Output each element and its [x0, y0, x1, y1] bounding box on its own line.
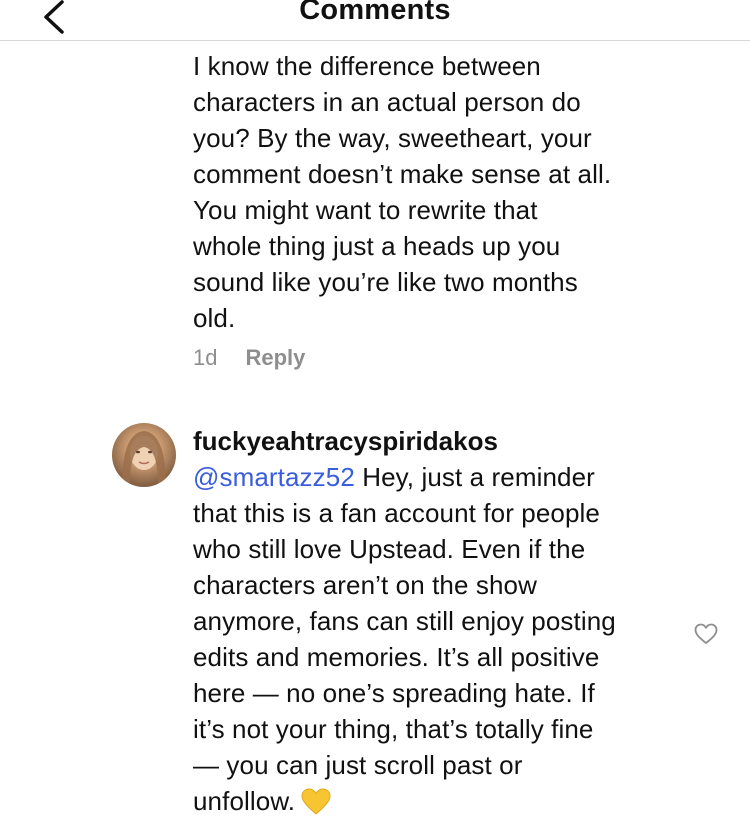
comment-username[interactable]: fuckyeahtracyspiridakos [193, 423, 498, 459]
yellow-heart-emoji [301, 788, 331, 816]
comment-text: @smartazz52 Hey, just a reminder that th… [193, 459, 693, 819]
comment-body: Hey, just a reminder that this is a fan … [193, 462, 616, 816]
comment-meta: 1d Reply [193, 345, 305, 371]
comment-timestamp: 1d [193, 345, 218, 370]
heart-outline-icon [694, 623, 718, 644]
reply-button[interactable]: Reply [245, 345, 305, 371]
like-button[interactable] [694, 622, 718, 646]
comments-header: Comments [0, 0, 750, 41]
comment-text: I know the difference between characters… [193, 51, 612, 333]
avatar[interactable] [112, 423, 176, 487]
avatar-photo [122, 431, 166, 487]
page-title: Comments [299, 0, 451, 26]
mention-link[interactable]: @smartazz52 [193, 462, 355, 492]
